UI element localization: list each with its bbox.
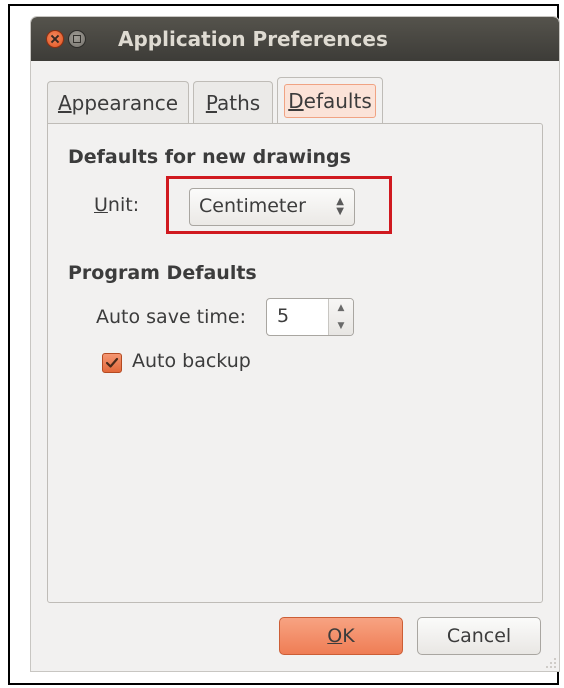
- tab-defaults[interactable]: Defaults: [277, 77, 383, 125]
- unit-label: Unit:: [94, 194, 139, 216]
- unit-label-text: nit:: [107, 194, 140, 216]
- program-defaults-heading: Program Defaults: [68, 262, 257, 284]
- window-title: Application Preferences: [118, 27, 388, 51]
- ok-button[interactable]: OK: [279, 617, 403, 655]
- spin-buttons: ▲ ▼: [328, 299, 353, 335]
- autosave-spinbutton[interactable]: 5 ▲ ▼: [266, 298, 354, 336]
- autosave-label: Auto save time:: [96, 306, 246, 328]
- highlight-box: [166, 176, 392, 234]
- resize-grip-icon[interactable]: [543, 655, 557, 669]
- tab-paths-label: aths: [216, 91, 261, 115]
- autobackup-label: Auto backup: [132, 350, 251, 372]
- tab-paths-mnemonic: P: [205, 91, 217, 115]
- tab-appearance-label: ppearance: [71, 91, 179, 115]
- tab-defaults-label: efaults: [303, 89, 372, 113]
- tab-paths[interactable]: Paths: [193, 81, 273, 125]
- ok-label: K: [342, 625, 355, 647]
- tab-appearance[interactable]: Appearance: [47, 81, 189, 125]
- ok-mnemonic: O: [327, 625, 343, 647]
- defaults-panel: Defaults for new drawings Unit: Centimet…: [47, 123, 543, 603]
- checkmark-icon: [105, 357, 119, 368]
- unit-label-mnemonic: U: [94, 194, 108, 216]
- maximize-icon[interactable]: [68, 30, 86, 48]
- close-icon[interactable]: [46, 30, 64, 48]
- preferences-dialog: Application Preferences Appearance Paths…: [30, 16, 560, 672]
- tab-defaults-mnemonic: D: [288, 89, 304, 113]
- cancel-button[interactable]: Cancel: [417, 617, 541, 655]
- defaults-heading: Defaults for new drawings: [68, 146, 351, 168]
- spin-down-icon[interactable]: ▼: [329, 317, 353, 335]
- autobackup-checkbox[interactable]: [102, 353, 122, 373]
- titlebar: Application Preferences: [31, 17, 559, 61]
- autosave-value: 5: [277, 305, 290, 327]
- spin-up-icon[interactable]: ▲: [329, 299, 353, 317]
- tab-defaults-focus: Defaults: [284, 84, 376, 118]
- tab-appearance-mnemonic: A: [57, 91, 72, 115]
